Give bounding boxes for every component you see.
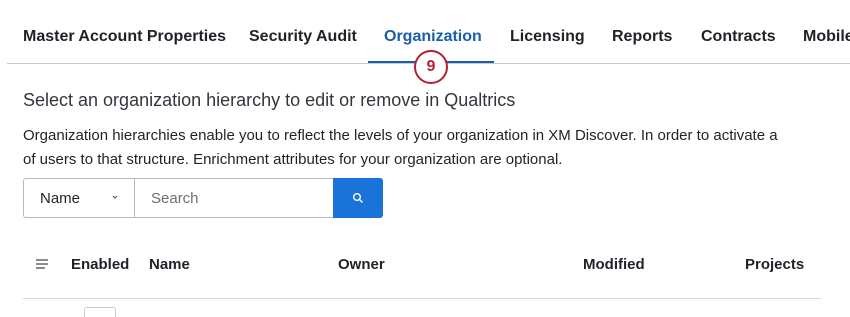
page-heading: Select an organization hierarchy to edit… bbox=[23, 90, 516, 110]
tab-licensing[interactable]: Licensing bbox=[510, 27, 585, 47]
tab-contracts[interactable]: Contracts bbox=[701, 27, 776, 47]
column-header-owner[interactable]: Owner bbox=[338, 256, 385, 273]
column-header-name[interactable]: Name bbox=[149, 256, 190, 273]
column-header-modified[interactable]: Modified bbox=[583, 256, 645, 273]
search-button[interactable] bbox=[333, 178, 383, 218]
description-line-1: Organization hierarchies enable you to r… bbox=[23, 127, 778, 144]
column-header-enabled[interactable]: Enabled bbox=[71, 256, 129, 273]
tab-master-account-properties[interactable]: Master Account Properties bbox=[23, 27, 226, 47]
filter-field-select[interactable]: Name bbox=[23, 178, 135, 218]
step-badge: 9 bbox=[414, 50, 448, 84]
row-enabled-toggle[interactable] bbox=[84, 307, 116, 317]
tab-reports[interactable]: Reports bbox=[612, 27, 672, 47]
search-input[interactable] bbox=[134, 178, 334, 218]
tab-security-audit[interactable]: Security Audit bbox=[249, 27, 357, 47]
page-description: Organization hierarchies enable you to r… bbox=[23, 124, 850, 172]
tab-mobile[interactable]: Mobile bbox=[803, 27, 850, 47]
search-icon bbox=[353, 193, 363, 203]
table-header: Enabled Name Owner Modified Projects bbox=[23, 244, 821, 299]
chevron-down-icon bbox=[112, 195, 118, 199]
filter-selected-value: Name bbox=[40, 189, 81, 207]
column-header-projects[interactable]: Projects bbox=[745, 256, 804, 273]
tab-organization[interactable]: Organization bbox=[384, 27, 482, 47]
description-line-2: of users to that structure. Enrichment a… bbox=[23, 151, 563, 168]
menu-icon[interactable] bbox=[35, 258, 49, 270]
